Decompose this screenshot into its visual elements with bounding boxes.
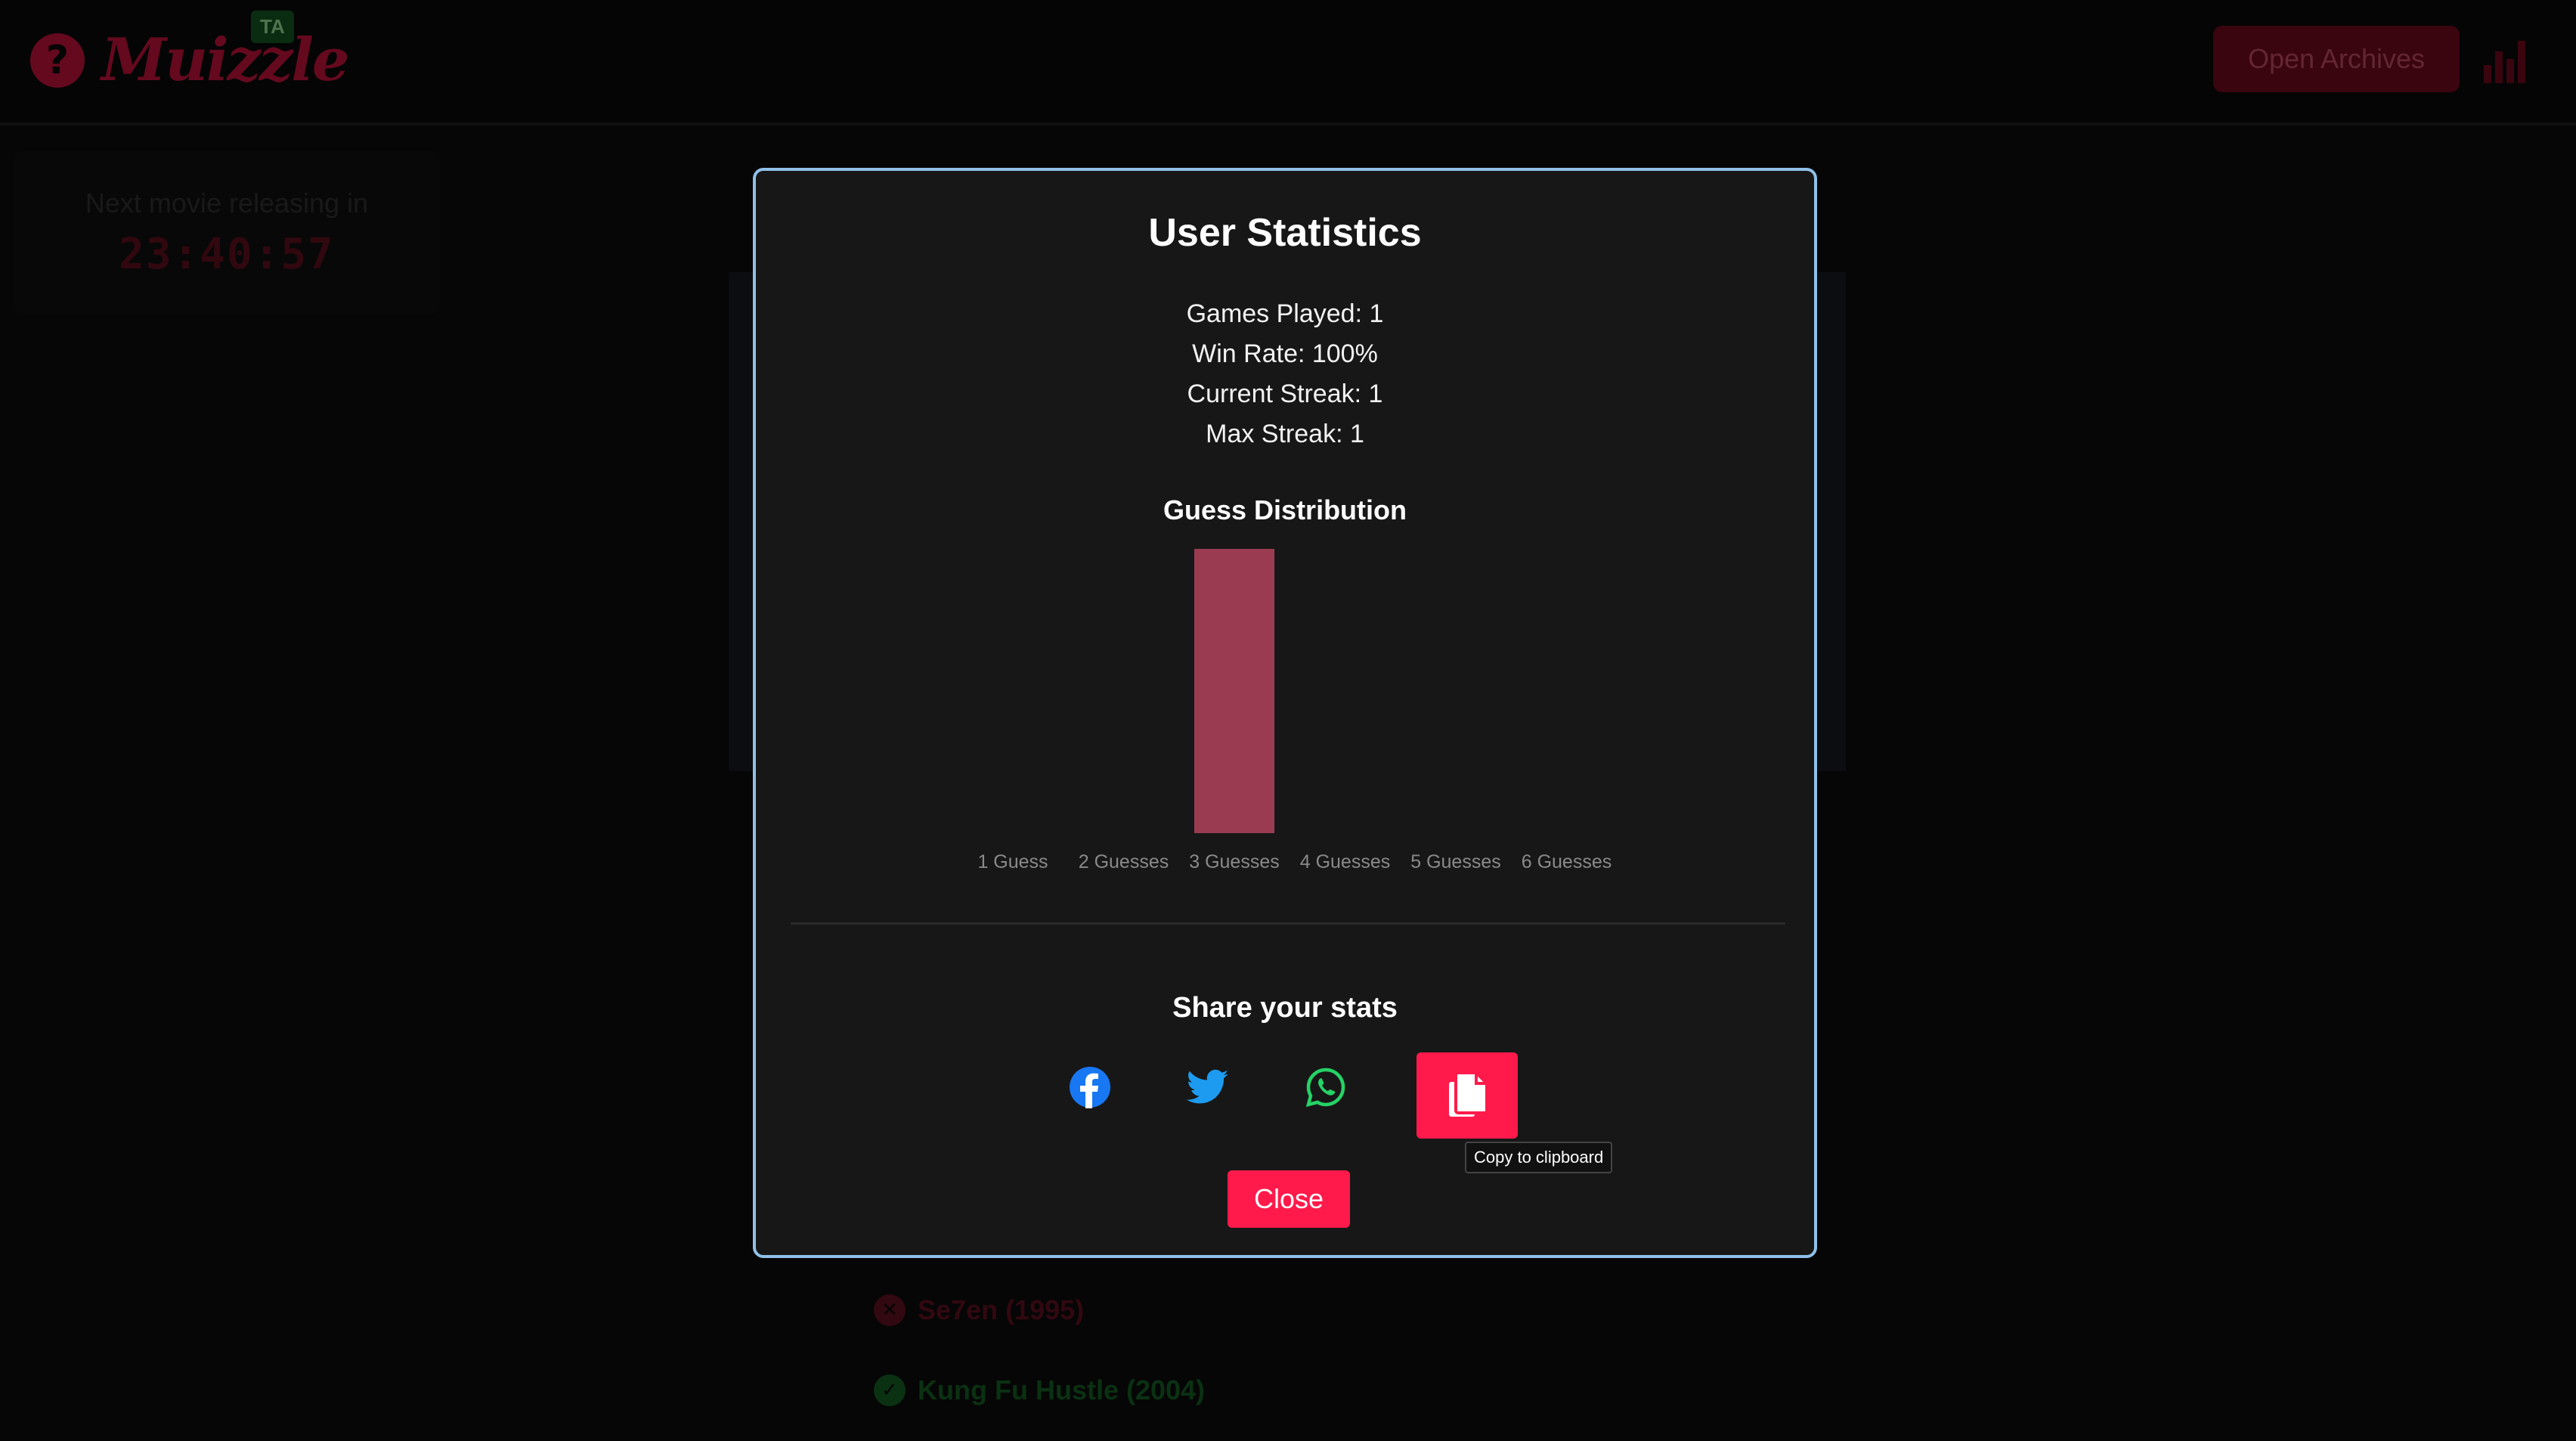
close-button[interactable]: Close [1228,1170,1350,1228]
copy-tooltip: Copy to clipboard [1465,1142,1613,1173]
distribution-label: 5 Guesses [1410,851,1501,872]
facebook-icon [1070,1067,1110,1108]
user-statistics-modal: User Statistics Games Played: 1 Win Rate… [753,168,1817,1258]
distribution-label: 2 Guesses [1079,851,1169,872]
distribution-bar [1194,549,1274,833]
guess-distribution-chart: 1 Guess 2 Guesses 3 Guesses 4 Guesses 5 Gues… [977,549,1612,872]
distribution-label: 3 Guesses [1189,851,1280,872]
twitter-icon [1187,1069,1229,1104]
share-whatsapp-button[interactable] [1293,1054,1359,1120]
share-twitter-button[interactable] [1175,1054,1241,1120]
distribution-label: 4 Guesses [1300,851,1391,872]
divider [791,922,1785,925]
clipboard-icon [1449,1071,1488,1117]
distribution-label: 6 Guesses [1522,851,1612,872]
share-facebook-button[interactable] [1057,1054,1123,1120]
copy-to-clipboard-button[interactable] [1416,1052,1518,1139]
share-title: Share your stats [1172,992,1398,1024]
whatsapp-icon [1305,1068,1345,1108]
distribution-label: 1 Guess [977,851,1048,872]
